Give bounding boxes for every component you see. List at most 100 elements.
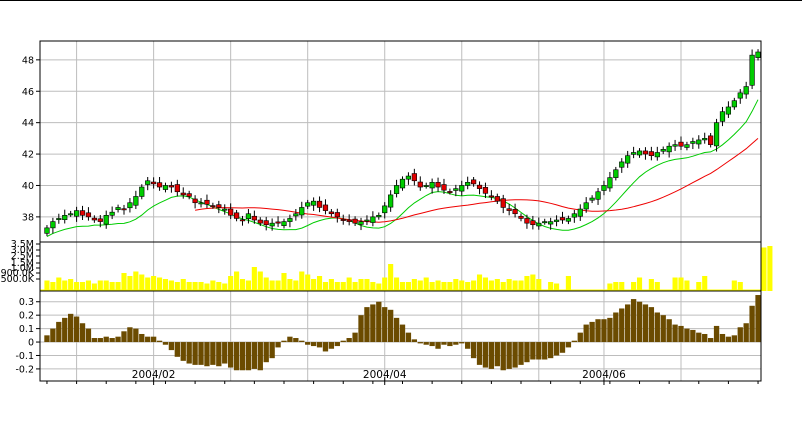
volume-bar — [269, 280, 275, 291]
candlestick — [731, 97, 737, 110]
candle-body — [174, 184, 180, 193]
candle-body — [109, 211, 115, 216]
candlestick — [476, 181, 483, 195]
oscillator-bar — [198, 342, 204, 365]
oscillator-bar — [91, 338, 98, 343]
candle-body — [536, 222, 542, 227]
candlestick — [666, 142, 672, 158]
candle-body — [453, 188, 459, 191]
candle-body — [601, 185, 607, 191]
candle-body — [500, 198, 506, 208]
candlestick — [293, 209, 299, 221]
volume-panel — [40, 246, 773, 291]
candle-body — [269, 222, 275, 227]
month-label: 2004/02 — [132, 369, 176, 381]
candle-body — [684, 144, 690, 148]
candle-body — [613, 169, 619, 178]
oscillator-bar — [553, 342, 560, 356]
oscillator-bar — [299, 340, 305, 343]
volume-bar — [423, 277, 429, 291]
candle-body — [619, 161, 625, 168]
candlestick — [512, 203, 518, 218]
oscillator-bar — [233, 342, 240, 371]
oscillator-bar — [251, 342, 258, 369]
volume-bar — [648, 279, 654, 291]
price-tick-label: 38 — [22, 212, 34, 223]
oscillator-bar — [156, 340, 163, 343]
stock-chart: 3840424446483.5M3.0M2.5M1.5M1.0M900.0K50… — [0, 0, 802, 385]
candle-body — [423, 185, 429, 187]
candle-body — [44, 227, 50, 234]
oscillator-tick-label: 0 — [28, 338, 34, 349]
candlestick — [103, 210, 109, 229]
oscillator-bar — [180, 342, 186, 361]
oscillator-bar — [204, 342, 210, 367]
price-tick-label: 42 — [22, 150, 34, 161]
candle-body — [79, 210, 86, 216]
volume-bar — [245, 280, 251, 291]
candle-body — [589, 197, 595, 201]
candlestick — [530, 215, 536, 230]
candle-body — [127, 202, 133, 209]
candle-body — [263, 220, 269, 226]
oscillator-bar — [447, 342, 453, 347]
candlestick — [708, 133, 714, 148]
candlestick — [180, 187, 186, 199]
oscillator-bar — [577, 332, 583, 343]
candlestick — [630, 146, 637, 159]
oscillator-bar — [346, 338, 352, 343]
oscillator-bar — [542, 342, 548, 360]
candlestick — [625, 150, 631, 168]
candlestick — [429, 178, 435, 194]
long-moving-average-line — [195, 138, 759, 223]
oscillator-bar — [393, 317, 400, 343]
candlestick — [305, 199, 311, 210]
oscillator-bar — [453, 342, 459, 345]
candle-body — [559, 217, 566, 221]
oscillator-bar — [630, 299, 637, 343]
candlestick — [281, 218, 287, 229]
candle-body — [287, 218, 293, 222]
oscillator-bar — [583, 324, 589, 343]
oscillator-bar — [536, 342, 542, 360]
volume-bar — [672, 277, 678, 291]
candle-body — [216, 204, 222, 208]
volume-bar — [103, 280, 109, 291]
candlestick — [571, 209, 577, 223]
volume-bar — [56, 277, 62, 291]
candlestick — [62, 209, 68, 224]
volume-bar — [97, 280, 103, 291]
candle-body — [115, 207, 121, 210]
candle-body — [281, 221, 287, 226]
candlestick — [168, 181, 175, 193]
candle-body — [654, 152, 660, 158]
candle-body — [156, 182, 163, 188]
candle-body — [340, 219, 346, 221]
candle-body — [725, 106, 732, 115]
volume-bar — [180, 279, 186, 291]
volume-bar — [471, 280, 477, 291]
volume-bar — [518, 280, 524, 291]
oscillator-bar — [162, 342, 169, 345]
oscillator-bar — [512, 342, 518, 368]
oscillator-bar — [595, 319, 601, 343]
candlestick — [518, 213, 524, 222]
oscillator-bar — [441, 342, 447, 345]
candle-body — [334, 212, 340, 218]
candle-body — [62, 215, 68, 221]
oscillator-bar — [139, 333, 145, 343]
volume-bar — [684, 280, 690, 291]
axis-tick-labels: 3840424446483.5M3.0M2.5M1.5M1.0M900.0K50… — [1, 55, 40, 375]
oscillator-bar — [150, 336, 157, 343]
oscillator-bar — [334, 342, 340, 347]
volume-bar — [44, 280, 50, 291]
oscillator-bar — [571, 340, 578, 343]
candlestick — [233, 209, 240, 222]
candlestick — [755, 49, 761, 61]
candle-body — [524, 218, 530, 224]
candle-body — [198, 202, 204, 205]
candle-body — [85, 212, 92, 218]
candle-body — [275, 221, 281, 224]
candlestick — [263, 216, 269, 231]
oscillator-bar — [559, 342, 566, 353]
